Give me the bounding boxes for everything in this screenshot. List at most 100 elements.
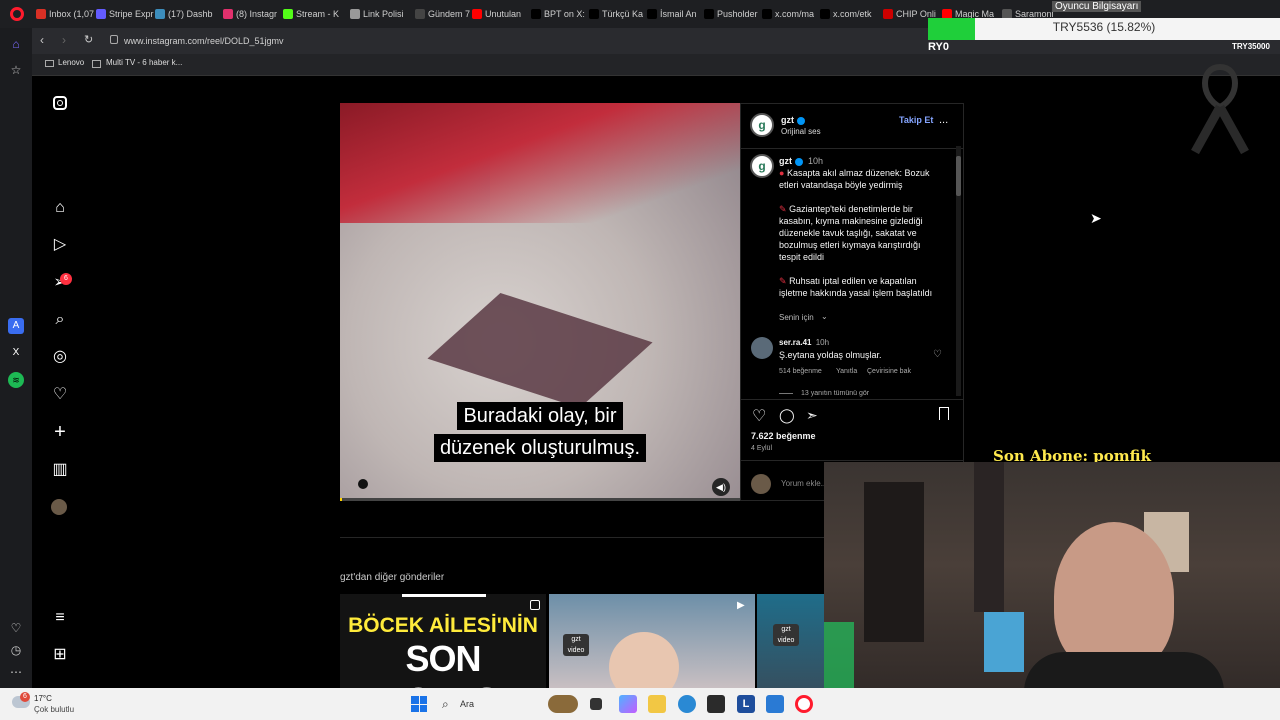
lightshot-icon[interactable]: L — [737, 695, 755, 713]
more-icon[interactable]: ⋯ — [8, 664, 24, 680]
post-username[interactable]: gzt — [781, 115, 794, 125]
home-nav-icon[interactable]: ⌂ — [50, 198, 70, 218]
store-icon[interactable] — [707, 695, 725, 713]
commenter-avatar[interactable] — [751, 337, 773, 359]
scrollbar[interactable] — [956, 146, 961, 396]
tab-favicon-icon — [647, 9, 657, 19]
dashboard-nav-icon[interactable]: ▥ — [50, 460, 70, 480]
opera-taskbar-icon[interactable] — [795, 695, 813, 713]
copilot-icon[interactable] — [619, 695, 637, 713]
caption-text-3: Ruhsatı iptal edilen ve kapatılan işletm… — [779, 276, 933, 298]
video-object — [427, 292, 653, 409]
play-indicator-icon[interactable] — [358, 479, 368, 489]
view-replies-link[interactable]: 13 yanıtın tümünü gör — [801, 390, 869, 397]
browser-tab[interactable]: Link Polisi — [350, 4, 408, 24]
browser-tab[interactable]: Pusholder — [704, 4, 762, 24]
browser-tab[interactable]: Stream - K — [283, 4, 341, 24]
browser-tab[interactable]: Inbox (1,07 — [36, 4, 94, 24]
comment-icon[interactable]: ◯ — [779, 407, 795, 424]
gzt-avatar[interactable]: g — [750, 113, 774, 137]
tab-favicon-icon — [704, 9, 714, 19]
reload-icon[interactable]: ↻ — [84, 33, 93, 46]
bookmark-lenovo[interactable]: Lenovo — [58, 58, 84, 67]
likes-count[interactable]: 7.622 beğenme — [751, 431, 816, 441]
reels-nav-icon[interactable]: ▷ — [50, 235, 70, 255]
heart-icon[interactable]: ♡ — [8, 620, 24, 636]
taskbar-search[interactable]: Ara — [460, 699, 474, 709]
star-icon[interactable]: ☆ — [8, 62, 24, 78]
home-icon[interactable]: ⌂ — [8, 36, 24, 52]
search-nav-icon[interactable]: ⌕ — [50, 310, 70, 330]
thumbnail-3[interactable]: gzt video — [757, 594, 824, 688]
browser-tab[interactable]: Stripe Expr — [96, 4, 154, 24]
history-icon[interactable]: ◷ — [8, 642, 24, 658]
task-view-icon[interactable] — [590, 698, 602, 710]
widget-icon[interactable] — [548, 695, 578, 713]
volume-icon[interactable]: ◀) — [712, 478, 730, 496]
caption-username[interactable]: gzt — [779, 156, 792, 166]
reel-video[interactable]: Buradaki olay, bir düzenek oluşturulmuş.… — [340, 103, 740, 501]
tab-label: Pusholder — [717, 9, 758, 19]
start-icon[interactable] — [411, 696, 427, 712]
cam-person — [1054, 522, 1174, 672]
bookmark-multitv[interactable]: Multi TV - 6 haber k... — [106, 58, 182, 67]
share-icon[interactable]: ➣ — [806, 407, 818, 424]
file-explorer-icon[interactable] — [648, 695, 666, 713]
browser-tab[interactable]: İsmail An — [647, 4, 705, 24]
tab-label: Unutulan — [485, 9, 522, 19]
forward-icon[interactable]: › — [62, 33, 66, 47]
aria-icon[interactable]: A — [8, 318, 24, 334]
browser-tab[interactable]: x.com/etk — [820, 4, 878, 24]
comment-input[interactable]: Yorum ekle... — [781, 479, 827, 488]
video-progress[interactable] — [340, 498, 740, 501]
browser-tab[interactable]: Türkçü Ka — [589, 4, 647, 24]
chevron-down-icon[interactable]: ⌄ — [821, 312, 828, 321]
create-nav-icon[interactable]: + — [50, 422, 70, 442]
search-icon[interactable]: ⌕ — [442, 697, 449, 712]
menu-nav-icon[interactable]: ≡ — [50, 608, 70, 628]
more-options-icon[interactable]: ... — [939, 114, 948, 126]
for-you-label[interactable]: Senin için — [779, 313, 814, 322]
tab-label: Stripe Expr — [109, 9, 154, 19]
pin-icon: ✎ — [779, 204, 787, 214]
follow-button[interactable]: Takip Et — [899, 115, 933, 125]
comment-like-icon[interactable]: ♡ — [933, 349, 942, 360]
tab-favicon-icon — [350, 9, 360, 19]
explore-nav-icon[interactable]: ◎ — [50, 347, 70, 367]
browser-tab[interactable]: Unutulan — [472, 4, 530, 24]
notifications-nav-icon[interactable]: ♡ — [50, 385, 70, 405]
thumbnail-2[interactable]: gzt video ▶ — [549, 594, 755, 688]
profile-avatar[interactable] — [51, 499, 67, 515]
tab-label: x.com/etk — [833, 9, 872, 19]
browser-tab[interactable]: BPT on X: — [531, 4, 589, 24]
post-panel: g gzt Orijinal ses Takip Et ... g gzt 10… — [740, 103, 964, 501]
replies-line — [779, 393, 793, 394]
instagram-logo-icon[interactable] — [50, 93, 70, 113]
tab-label: Inbox (1,07 — [49, 9, 94, 19]
x-icon[interactable]: X — [8, 345, 24, 361]
cam-object — [984, 612, 1024, 672]
audio-label[interactable]: Orijinal ses — [781, 127, 821, 136]
tab-label: Gündem 7 — [428, 9, 471, 19]
browser-tab[interactable]: (17) Dashb — [155, 4, 213, 24]
app-icon[interactable] — [766, 695, 784, 713]
like-icon[interactable]: ♡ — [752, 406, 766, 426]
comment-username[interactable]: ser.ra.41 — [779, 338, 811, 347]
webcam-feed — [824, 462, 1280, 720]
caption-avatar[interactable]: g — [750, 154, 774, 178]
translate-link[interactable]: Çevirisine bak — [867, 368, 911, 375]
opera-logo-icon[interactable] — [10, 7, 24, 21]
browser-tab[interactable]: x.com/ma — [762, 4, 820, 24]
weather-badge: 6 — [20, 692, 30, 702]
edge-icon[interactable] — [678, 695, 696, 713]
thumbnail-1[interactable]: BÖCEK AİLESİ'NİN SON ROTASI — [340, 594, 546, 688]
browser-tab[interactable]: (8) Instagr — [223, 4, 281, 24]
browser-tab[interactable]: Gündem 7 — [415, 4, 473, 24]
threads-nav-icon[interactable]: ⊞ — [50, 645, 70, 665]
save-icon[interactable] — [939, 407, 949, 420]
donation-goal-label: TRY35000 — [1232, 42, 1270, 51]
url-field[interactable]: www.instagram.com/reel/DOLD_51jgmv — [124, 32, 944, 50]
back-icon[interactable]: ‹ — [40, 33, 44, 47]
reply-link[interactable]: Yanıtla — [836, 368, 857, 375]
spotify-icon[interactable]: ≋ — [8, 372, 24, 388]
